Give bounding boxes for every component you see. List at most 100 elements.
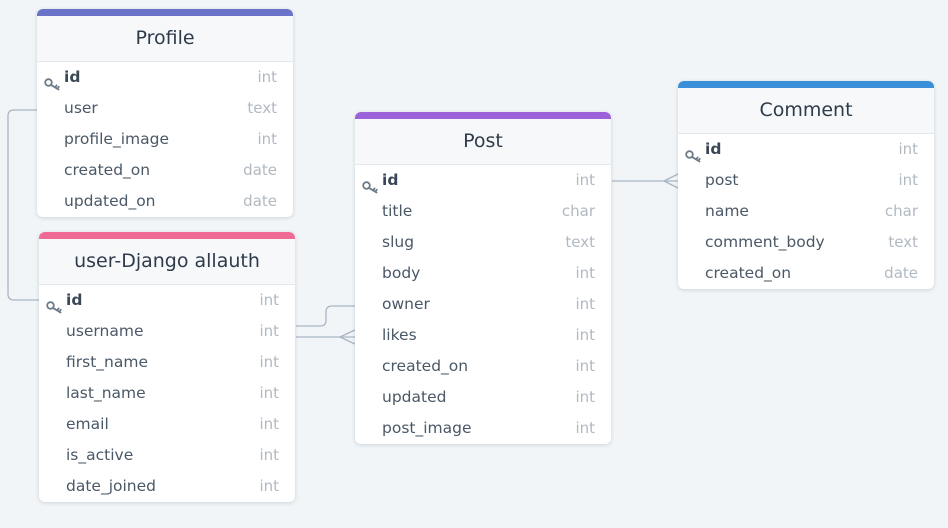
user-field-row-last-name[interactable]: last_name int <box>39 378 295 409</box>
field-name: likes <box>382 326 417 344</box>
user-field-row-date-joined[interactable]: date_joined int <box>39 471 295 502</box>
field-name: profile_image <box>64 130 169 148</box>
field-name: body <box>382 264 421 282</box>
comment-table-title: Comment <box>678 88 934 134</box>
comment-field-row-id[interactable]: id int <box>678 134 934 165</box>
field-name: slug <box>382 233 415 251</box>
connector-profile-user <box>7 109 39 301</box>
post-table-title: Post <box>355 119 611 165</box>
profile-table-title: Profile <box>37 16 293 62</box>
field-name: id <box>705 140 722 158</box>
profile-field-row-id[interactable]: id int <box>37 62 293 93</box>
user-field-row-email[interactable]: email int <box>39 409 295 440</box>
field-type: int <box>259 322 279 340</box>
primary-key-icon <box>685 143 702 163</box>
field-type: int <box>259 477 279 495</box>
field-type: date <box>243 161 277 179</box>
field-type: char <box>561 202 595 220</box>
field-name: date_joined <box>66 477 156 495</box>
user-field-row-id[interactable]: id int <box>39 285 295 316</box>
field-type: date <box>884 264 918 282</box>
field-type: text <box>888 233 918 251</box>
comment-field-row-created-on[interactable]: created_on date <box>678 258 934 289</box>
field-type: text <box>247 99 277 117</box>
comment-table-color-bar <box>678 81 934 88</box>
post-field-row-slug[interactable]: slug text <box>355 227 611 258</box>
field-type: int <box>259 384 279 402</box>
post-field-row-body[interactable]: body int <box>355 258 611 289</box>
user-field-row-username[interactable]: username int <box>39 316 295 347</box>
post-field-row-id[interactable]: id int <box>355 165 611 196</box>
field-type: int <box>898 140 918 158</box>
connector-user-post-owner <box>296 305 355 327</box>
field-name: last_name <box>66 384 146 402</box>
field-name: user <box>64 99 98 117</box>
post-field-row-title[interactable]: title char <box>355 196 611 227</box>
field-type: int <box>257 68 277 86</box>
post-field-row-created-on[interactable]: created_on int <box>355 351 611 382</box>
field-type: int <box>257 130 277 148</box>
field-type: int <box>575 388 595 406</box>
user-table[interactable]: user-Django allauth id int username int firs… <box>39 232 295 502</box>
primary-key-icon <box>46 294 63 314</box>
field-type: text <box>565 233 595 251</box>
field-name: id <box>64 68 81 86</box>
post-field-row-updated[interactable]: updated int <box>355 382 611 413</box>
primary-key-icon <box>44 71 61 91</box>
profile-field-row-profile-image[interactable]: profile_image int <box>37 124 293 155</box>
comment-field-row-name[interactable]: name char <box>678 196 934 227</box>
field-name: email <box>66 415 109 433</box>
field-type: int <box>575 295 595 313</box>
primary-key-icon <box>362 174 379 194</box>
user-table-color-bar <box>39 232 295 239</box>
post-field-row-likes[interactable]: likes int <box>355 320 611 351</box>
field-name: post_image <box>382 419 472 437</box>
field-name: updated <box>382 388 447 406</box>
field-name: created_on <box>382 357 469 375</box>
field-type: int <box>259 291 279 309</box>
field-name: title <box>382 202 413 220</box>
user-table-fields: id int username int first_name int last_name in… <box>39 285 295 502</box>
profile-table[interactable]: Profile id int user text profile_image int cre… <box>37 9 293 217</box>
comment-field-row-post[interactable]: post int <box>678 165 934 196</box>
post-table[interactable]: Post id int title char slug text body int owner i… <box>355 112 611 444</box>
crowfoot-post-likes <box>339 329 356 345</box>
field-name: first_name <box>66 353 148 371</box>
field-type: int <box>259 446 279 464</box>
field-name: comment_body <box>705 233 825 251</box>
field-type: int <box>575 264 595 282</box>
profile-table-fields: id int user text profile_image int created_on d… <box>37 62 293 217</box>
field-name: is_active <box>66 446 134 464</box>
field-type: date <box>243 192 277 210</box>
field-type: int <box>575 326 595 344</box>
field-name: username <box>66 322 144 340</box>
field-name: created_on <box>64 161 151 179</box>
profile-table-color-bar <box>37 9 293 16</box>
post-field-row-post-image[interactable]: post_image int <box>355 413 611 444</box>
crowfoot-comment-post <box>663 173 679 189</box>
comment-table-fields: id int post int name char comment_body text crea… <box>678 134 934 289</box>
user-field-row-first-name[interactable]: first_name int <box>39 347 295 378</box>
field-type: char <box>884 202 918 220</box>
comment-table[interactable]: Comment id int post int name char comment_body… <box>678 81 934 289</box>
field-type: int <box>575 357 595 375</box>
field-name: id <box>382 171 399 189</box>
field-type: int <box>259 353 279 371</box>
field-type: int <box>575 171 595 189</box>
post-table-color-bar <box>355 112 611 119</box>
user-field-row-is-active[interactable]: is_active int <box>39 440 295 471</box>
field-name: owner <box>382 295 430 313</box>
field-name: updated_on <box>64 192 156 210</box>
field-type: int <box>259 415 279 433</box>
user-table-title: user-Django allauth <box>39 239 295 285</box>
comment-field-row-comment-body[interactable]: comment_body text <box>678 227 934 258</box>
profile-field-row-user[interactable]: user text <box>37 93 293 124</box>
profile-field-row-updated-on[interactable]: updated_on date <box>37 186 293 217</box>
field-name: id <box>66 291 83 309</box>
profile-field-row-created-on[interactable]: created_on date <box>37 155 293 186</box>
field-type: int <box>575 419 595 437</box>
post-field-row-owner[interactable]: owner int <box>355 289 611 320</box>
field-name: name <box>705 202 749 220</box>
post-table-fields: id int title char slug text body int owner int lik… <box>355 165 611 444</box>
field-name: post <box>705 171 739 189</box>
